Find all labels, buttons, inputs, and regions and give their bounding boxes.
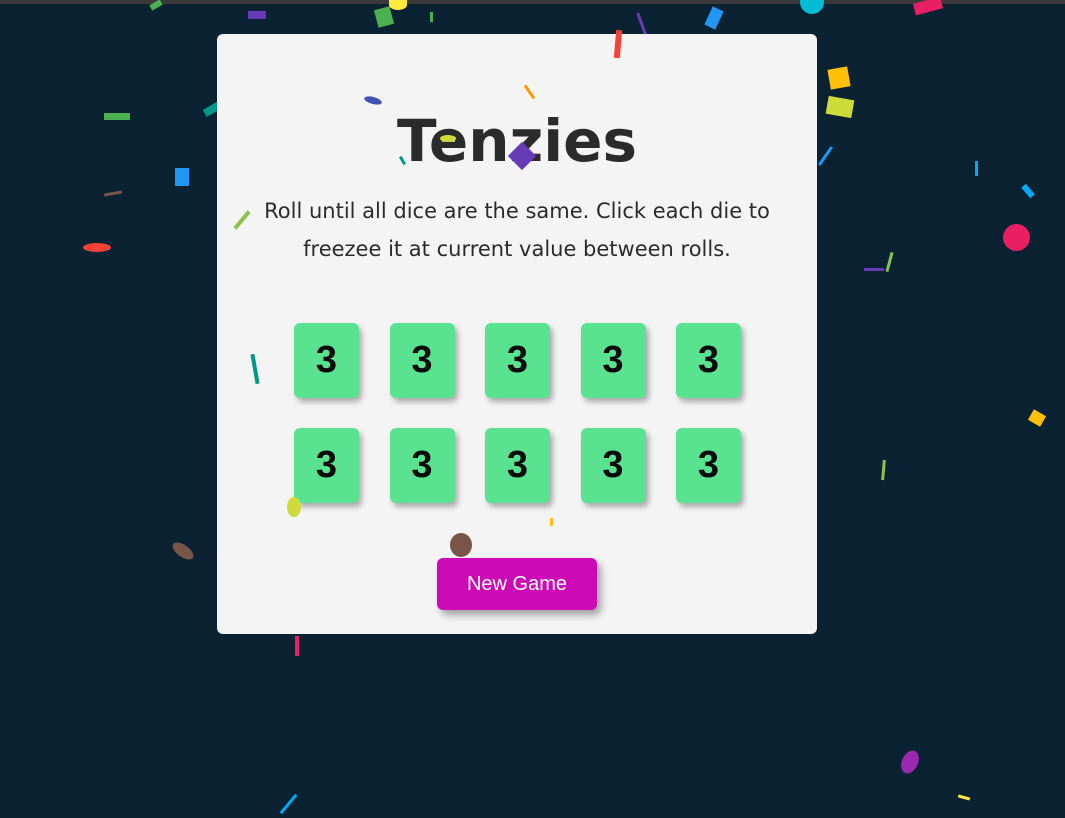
die-10[interactable]: 3 xyxy=(676,428,741,503)
die-2[interactable]: 3 xyxy=(389,323,455,398)
die-value: 3 xyxy=(315,339,338,381)
confetti-piece xyxy=(817,146,834,166)
die-value: 3 xyxy=(697,339,720,381)
die-1[interactable]: 3 xyxy=(294,323,359,398)
confetti-piece xyxy=(430,12,433,22)
confetti-piece xyxy=(295,636,299,656)
confetti-piece xyxy=(104,113,130,120)
confetti-piece xyxy=(175,168,189,186)
confetti-piece xyxy=(373,6,395,28)
dice-grid: 3 3 3 3 3 3 3 3 3 3 xyxy=(294,323,741,503)
confetti-piece xyxy=(1021,183,1035,199)
die-value: 3 xyxy=(315,444,338,486)
die-7[interactable]: 3 xyxy=(389,428,455,503)
confetti-piece xyxy=(704,6,724,30)
die-value: 3 xyxy=(506,339,529,381)
game-instructions: Roll until all dice are the same. Click … xyxy=(264,199,770,261)
confetti-piece xyxy=(825,95,855,119)
confetti-piece xyxy=(885,251,894,273)
confetti-piece xyxy=(1027,409,1047,427)
die-value: 3 xyxy=(697,444,720,486)
new-game-button[interactable]: New Game xyxy=(437,558,597,610)
confetti-piece xyxy=(957,794,971,801)
confetti-piece xyxy=(83,243,111,252)
confetti-piece xyxy=(279,793,298,815)
die-6[interactable]: 3 xyxy=(294,428,359,503)
die-value: 3 xyxy=(602,339,624,381)
die-5[interactable]: 3 xyxy=(676,323,741,398)
die-9[interactable]: 3 xyxy=(580,428,646,503)
die-3[interactable]: 3 xyxy=(485,323,550,398)
confetti-piece xyxy=(881,459,886,481)
die-value: 3 xyxy=(602,444,624,486)
confetti-piece xyxy=(103,190,123,197)
die-value: 3 xyxy=(506,444,529,486)
die-4[interactable]: 3 xyxy=(580,323,646,398)
confetti-piece xyxy=(1003,224,1030,251)
window-top-edge xyxy=(0,0,1065,4)
confetti-piece xyxy=(248,11,266,19)
confetti-piece xyxy=(827,66,851,90)
die-8[interactable]: 3 xyxy=(485,428,550,503)
confetti-piece xyxy=(897,747,923,777)
die-value: 3 xyxy=(411,339,433,381)
game-title: Tenzies xyxy=(397,107,637,175)
confetti-piece xyxy=(975,161,978,176)
die-value: 3 xyxy=(411,444,433,486)
game-card: Tenzies Roll until all dice are the same… xyxy=(217,34,817,634)
confetti-piece xyxy=(864,268,884,271)
confetti-piece xyxy=(169,539,197,563)
